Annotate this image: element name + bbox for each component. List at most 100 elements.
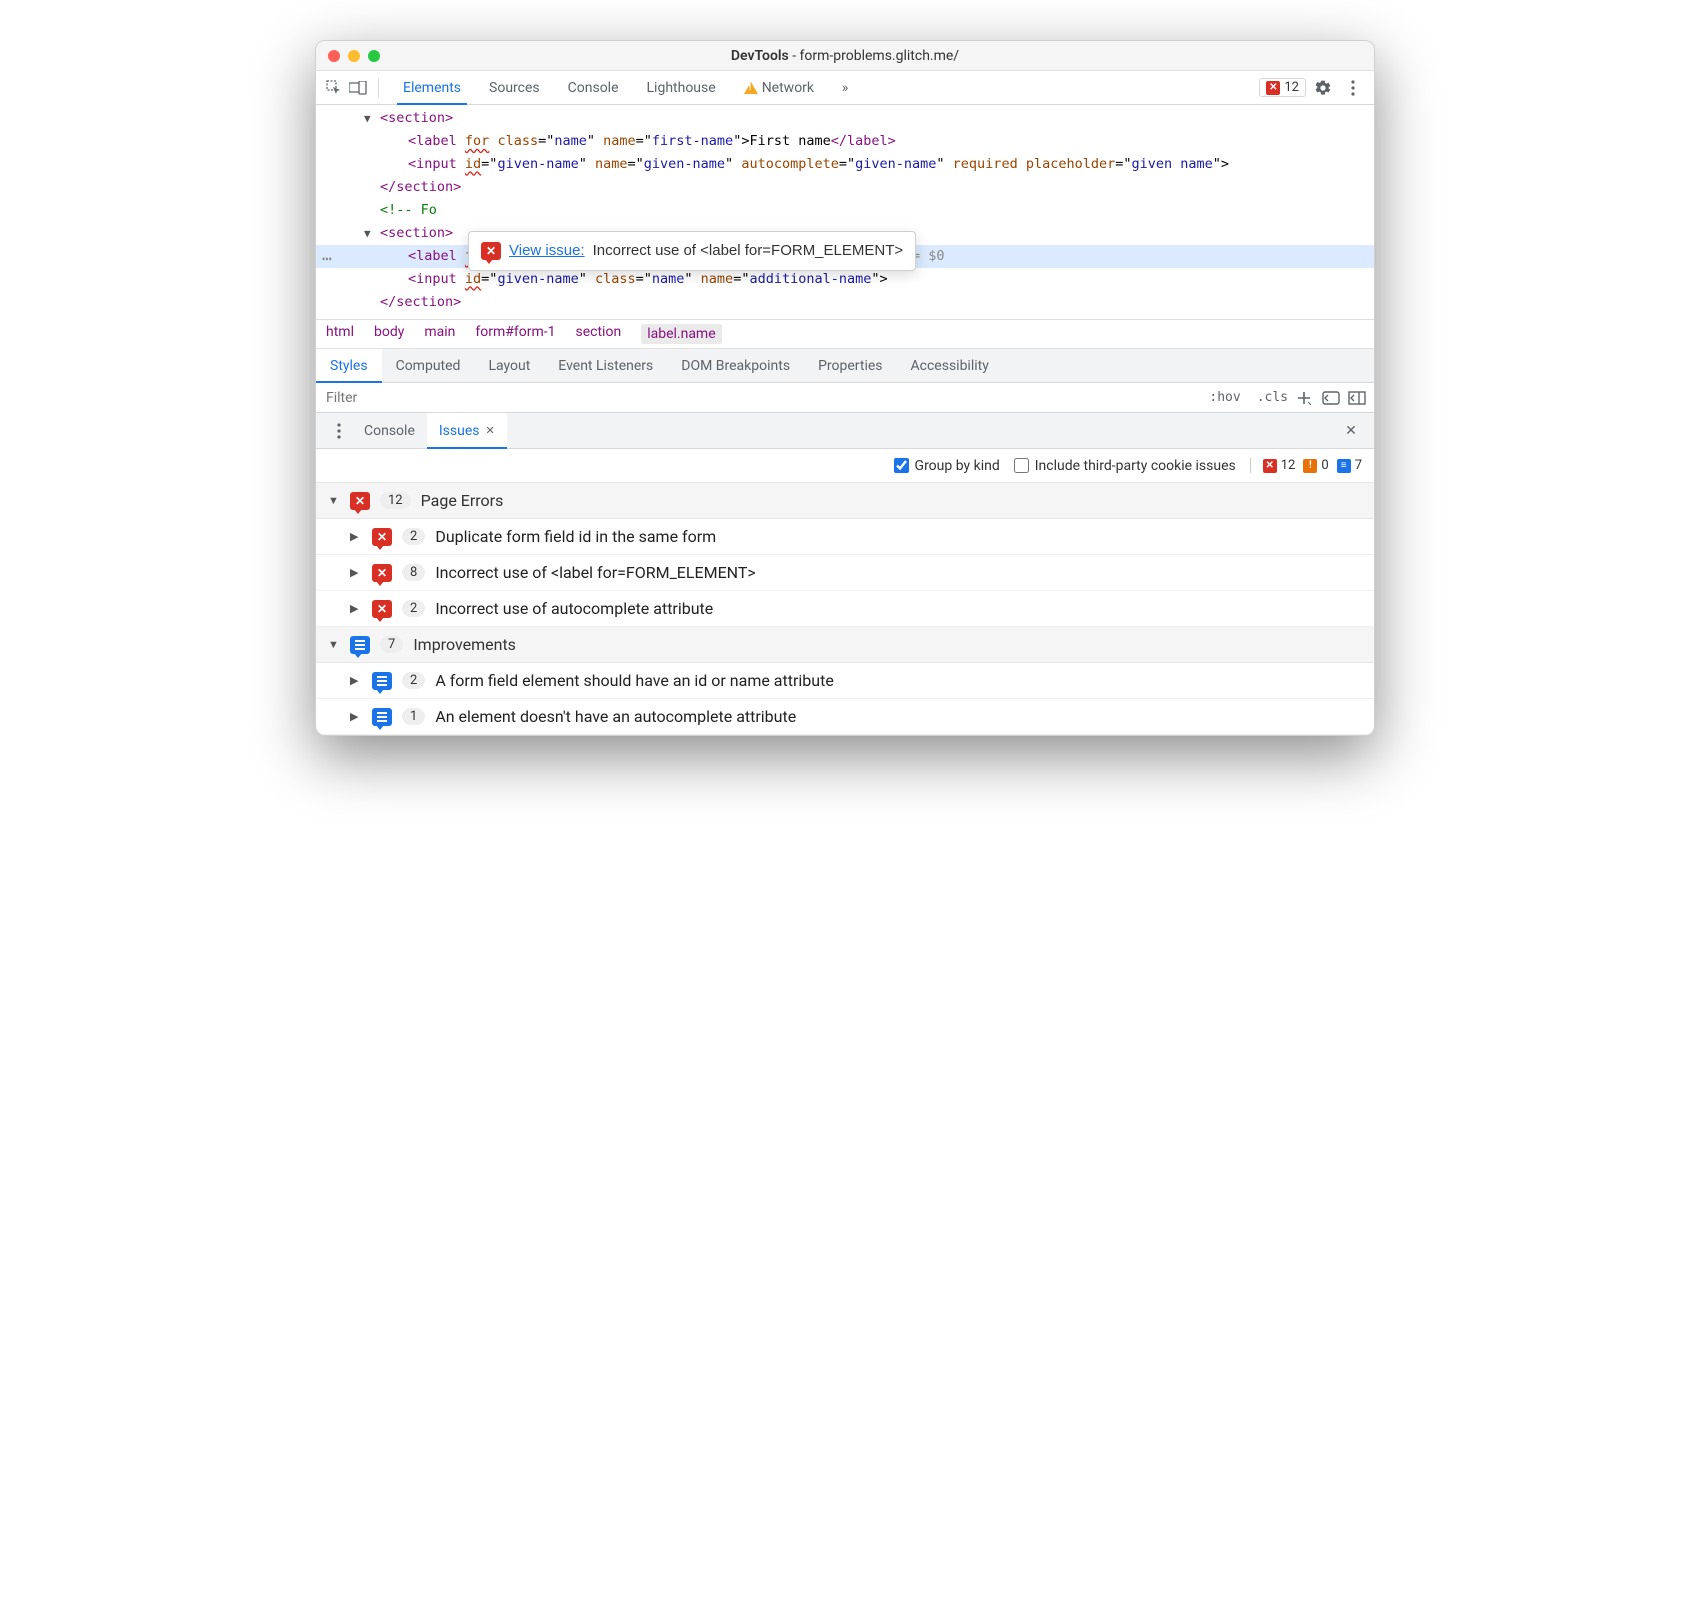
token: "> — [733, 133, 749, 149]
token: =" — [636, 133, 652, 149]
breadcrumb-item[interactable]: label.name — [641, 324, 721, 344]
cls-toggle[interactable]: .cls — [1249, 390, 1296, 405]
toggle-sidebar-icon[interactable] — [1348, 390, 1374, 406]
styles-filter-input[interactable] — [316, 390, 1201, 406]
drawer-kebab-icon[interactable] — [326, 418, 352, 444]
issue-title: Incorrect use of autocomplete attribute — [435, 599, 713, 618]
expand-twisty-icon[interactable]: ▶ — [350, 710, 362, 723]
tab-label: Elements — [403, 80, 461, 96]
issue-row[interactable]: ▶2A form field element should have an id… — [316, 663, 1374, 699]
styles-tab-accessibility[interactable]: Accessibility — [897, 349, 1003, 382]
elements-dom-tree[interactable]: ▼<section><label for class="name" name="… — [316, 105, 1374, 319]
breadcrumb-item[interactable]: section — [576, 324, 622, 344]
title-app: DevTools — [731, 48, 789, 64]
breadcrumb-item[interactable]: main — [424, 324, 455, 344]
token: </label> — [831, 133, 896, 149]
token: placeholder — [1026, 156, 1115, 172]
drawer-tab-issues[interactable]: Issues✕ — [427, 413, 507, 448]
dom-node[interactable]: <label for class="name" name="first-name… — [316, 130, 1374, 153]
token — [1018, 156, 1026, 172]
errors-count[interactable]: ✕12 — [1263, 458, 1296, 473]
computed-styles-toggle-icon[interactable] — [1322, 390, 1348, 406]
warnings-count[interactable]: !0 — [1303, 458, 1328, 473]
expand-twisty-icon[interactable]: ▼ — [328, 638, 340, 651]
issue-tooltip: ✕ View issue: Incorrect use of <label fo… — [468, 231, 916, 271]
token: First name — [749, 133, 830, 149]
drawer-tab-console[interactable]: Console — [352, 413, 427, 448]
settings-gear-icon[interactable] — [1310, 75, 1336, 101]
tooltip-error-icon: ✕ — [481, 242, 501, 260]
styles-tab-event-listeners[interactable]: Event Listeners — [544, 349, 667, 382]
dom-node[interactable]: <input id="given-name" class="name" name… — [316, 268, 1374, 291]
tab-sources[interactable]: Sources — [475, 71, 554, 104]
styles-tab-styles[interactable]: Styles — [316, 349, 382, 382]
expand-twisty-icon[interactable]: ▶ — [350, 566, 362, 579]
dom-node[interactable]: </section> — [316, 176, 1374, 199]
styles-tab-computed[interactable]: Computed — [382, 349, 475, 382]
issue-row[interactable]: ▶✕2Incorrect use of autocomplete attribu… — [316, 591, 1374, 627]
expand-twisty-icon[interactable]: ▶ — [350, 602, 362, 615]
token: additional-name — [749, 271, 871, 287]
issue-group-title: Page Errors — [421, 491, 504, 510]
token: =" — [636, 271, 652, 287]
window-titlebar: DevTools - form-problems.glitch.me/ — [316, 41, 1374, 71]
hov-toggle[interactable]: :hov — [1201, 390, 1248, 405]
info-count[interactable]: ≡7 — [1337, 458, 1362, 473]
group-by-kind-checkbox[interactable]: Group by kind — [894, 458, 1000, 474]
drawer-tab-label: Console — [364, 423, 415, 439]
issue-title: Incorrect use of <label for=FORM_ELEMENT… — [435, 563, 755, 582]
dom-node[interactable]: <!-- Fo — [316, 199, 1374, 222]
more-tabs-button[interactable]: » — [832, 75, 858, 101]
token: </section> — [380, 179, 461, 195]
styles-filter-row: :hov .cls — [316, 383, 1374, 413]
token: " — [579, 156, 595, 172]
issues-toolbar: Group by kind Include third-party cookie… — [316, 449, 1374, 483]
token: name — [554, 133, 587, 149]
window-title: DevTools - form-problems.glitch.me/ — [316, 48, 1374, 64]
styles-tab-dom-breakpoints[interactable]: DOM Breakpoints — [667, 349, 804, 382]
thirdparty-cookie-checkbox[interactable]: Include third-party cookie issues — [1014, 458, 1236, 474]
issue-count: 12 — [380, 492, 411, 509]
device-toolbar-icon[interactable] — [348, 78, 368, 98]
tab-network[interactable]: Network — [730, 71, 828, 104]
token: given-name — [644, 156, 725, 172]
warning-icon — [744, 82, 758, 94]
issue-group-header[interactable]: ▼✕12Page Errors — [316, 483, 1374, 519]
breadcrumb-item[interactable]: html — [326, 324, 354, 344]
drawer-close-icon[interactable]: ✕ — [1338, 418, 1364, 444]
issue-row[interactable]: ▶✕8Incorrect use of <label for=FORM_ELEM… — [316, 555, 1374, 591]
dom-node[interactable]: <input id="given-name" name="given-name"… — [316, 153, 1374, 176]
breadcrumb-item[interactable]: form#form-1 — [475, 324, 555, 344]
tab-console[interactable]: Console — [554, 71, 633, 104]
expand-twisty-icon[interactable]: ▶ — [350, 530, 362, 543]
tab-label: Sources — [489, 80, 540, 96]
issue-row[interactable]: ▶1An element doesn't have an autocomplet… — [316, 699, 1374, 735]
expand-twisty-icon[interactable]: ▶ — [350, 674, 362, 687]
group-by-kind-label: Group by kind — [915, 458, 1000, 474]
dom-node[interactable]: ▼<section> — [316, 107, 1374, 130]
token: =" — [481, 271, 497, 287]
kebab-menu-icon[interactable] — [1340, 75, 1366, 101]
tab-elements[interactable]: Elements — [389, 71, 475, 104]
issue-group-header[interactable]: ▼7Improvements — [316, 627, 1374, 663]
expand-twisty-icon[interactable]: ▼ — [364, 225, 371, 244]
issue-count: 1 — [402, 708, 425, 725]
error-icon: ✕ — [1263, 459, 1277, 473]
breadcrumb-item[interactable]: body — [374, 324, 404, 344]
dom-node[interactable]: </section> — [316, 291, 1374, 314]
inspect-element-icon[interactable] — [324, 78, 344, 98]
expand-twisty-icon[interactable]: ▼ — [328, 494, 340, 507]
token: =" — [481, 156, 497, 172]
issue-row[interactable]: ▶✕2Duplicate form field id in the same f… — [316, 519, 1374, 555]
tab-lighthouse[interactable]: Lighthouse — [633, 71, 730, 104]
close-tab-icon[interactable]: ✕ — [486, 424, 495, 437]
error-count-badge[interactable]: ✕ 12 — [1259, 78, 1306, 97]
warning-icon: ! — [1303, 459, 1317, 473]
issue-counts: ✕12 !0 ≡7 — [1250, 458, 1362, 473]
styles-tab-layout[interactable]: Layout — [474, 349, 544, 382]
styles-tab-properties[interactable]: Properties — [804, 349, 896, 382]
main-toolbar: ElementsSourcesConsoleLighthouseNetwork … — [316, 71, 1374, 105]
expand-twisty-icon[interactable]: ▼ — [364, 110, 371, 129]
new-style-rule-icon[interactable] — [1296, 390, 1322, 406]
view-issue-link[interactable]: View issue: — [509, 238, 585, 264]
